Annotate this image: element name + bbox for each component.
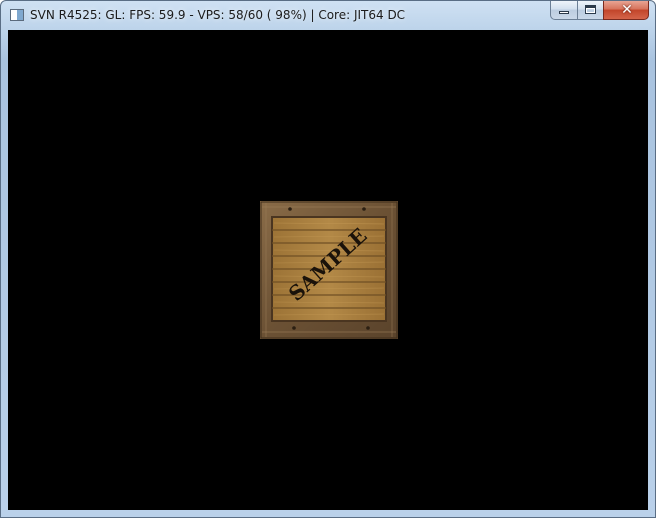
title-bar[interactable]: SVN R4525: GL: FPS: 59.9 - VPS: 58/60 ( … <box>1 1 655 31</box>
app-icon[interactable] <box>10 9 24 21</box>
minimize-icon <box>559 11 569 14</box>
maximize-icon <box>585 5 596 14</box>
minimize-button[interactable] <box>550 1 577 20</box>
crate-box: SAMPLE <box>260 201 398 339</box>
caption-buttons: ✕ <box>550 1 649 21</box>
maximize-button[interactable] <box>577 1 603 20</box>
app-window: SVN R4525: GL: FPS: 59.9 - VPS: 58/60 ( … <box>0 0 656 518</box>
crate-graphic: SAMPLE <box>260 201 398 339</box>
close-icon: ✕ <box>621 2 633 18</box>
render-viewport[interactable]: SAMPLE <box>8 30 648 510</box>
close-button[interactable]: ✕ <box>603 1 649 20</box>
window-title: SVN R4525: GL: FPS: 59.9 - VPS: 58/60 ( … <box>30 8 406 22</box>
